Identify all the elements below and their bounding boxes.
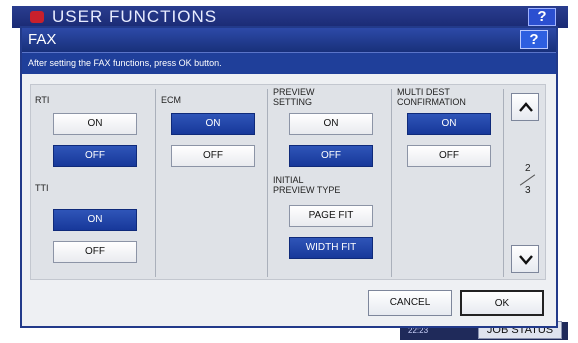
ok-button[interactable]: OK <box>460 290 544 316</box>
initial-preview-type-label-line2: PREVIEW TYPE <box>273 185 341 195</box>
multi-dest-off-button[interactable]: OFF <box>407 145 491 167</box>
initial-preview-type-label-line1: INITIAL <box>273 175 304 185</box>
dialog-help-button[interactable]: ? <box>520 30 548 49</box>
chevron-up-icon <box>519 102 533 112</box>
column-divider <box>267 89 268 277</box>
page-total: 3 <box>525 185 531 196</box>
preview-setting-label-line2: SETTING <box>273 97 313 107</box>
preview-setting-label-line1: PREVIEW <box>273 87 315 97</box>
multi-dest-label-line2: CONFIRMATION <box>397 97 466 107</box>
page-separator <box>519 174 536 186</box>
page-current: 2 <box>525 163 531 174</box>
rti-on-button[interactable]: ON <box>53 113 137 135</box>
column-divider <box>503 89 504 277</box>
dialog-message: After setting the FAX functions, press O… <box>28 58 222 68</box>
ecm-on-button[interactable]: ON <box>171 113 255 135</box>
ecm-off-button[interactable]: OFF <box>171 145 255 167</box>
multi-dest-on-button[interactable]: ON <box>407 113 491 135</box>
page-up-button[interactable] <box>511 93 539 121</box>
chevron-down-icon <box>519 255 533 265</box>
background-help-button[interactable]: ? <box>528 8 556 26</box>
rti-label: RTI <box>35 95 50 105</box>
background-titlebar: USER FUNCTIONS ? <box>12 6 568 28</box>
tti-off-button[interactable]: OFF <box>53 241 137 263</box>
multi-dest-label-line1: MULTI DEST <box>397 87 450 97</box>
fax-dialog: FAX ? After setting the FAX functions, p… <box>20 26 558 328</box>
dialog-title: FAX <box>28 31 57 48</box>
ecm-label: ECM <box>161 95 181 105</box>
tti-label: TTI <box>35 183 49 193</box>
page-down-button[interactable] <box>511 245 539 273</box>
background-title: USER FUNCTIONS <box>52 7 218 26</box>
tti-on-button[interactable]: ON <box>53 209 137 231</box>
dialog-message-bar: After setting the FAX functions, press O… <box>22 52 556 74</box>
column-divider <box>155 89 156 277</box>
column-divider <box>391 89 392 277</box>
rti-off-button[interactable]: OFF <box>53 145 137 167</box>
dialog-titlebar: FAX ? <box>22 28 556 52</box>
preview-setting-off-button[interactable]: OFF <box>289 145 373 167</box>
width-fit-button[interactable]: WIDTH FIT <box>289 237 373 259</box>
cancel-button[interactable]: CANCEL <box>368 290 452 316</box>
page-fit-button[interactable]: PAGE FIT <box>289 205 373 227</box>
settings-panel: RTI ON OFF TTI ON OFF ECM ON OFF PREVIEW… <box>30 84 546 280</box>
app-logo-icon <box>30 11 44 23</box>
preview-setting-on-button[interactable]: ON <box>289 113 373 135</box>
